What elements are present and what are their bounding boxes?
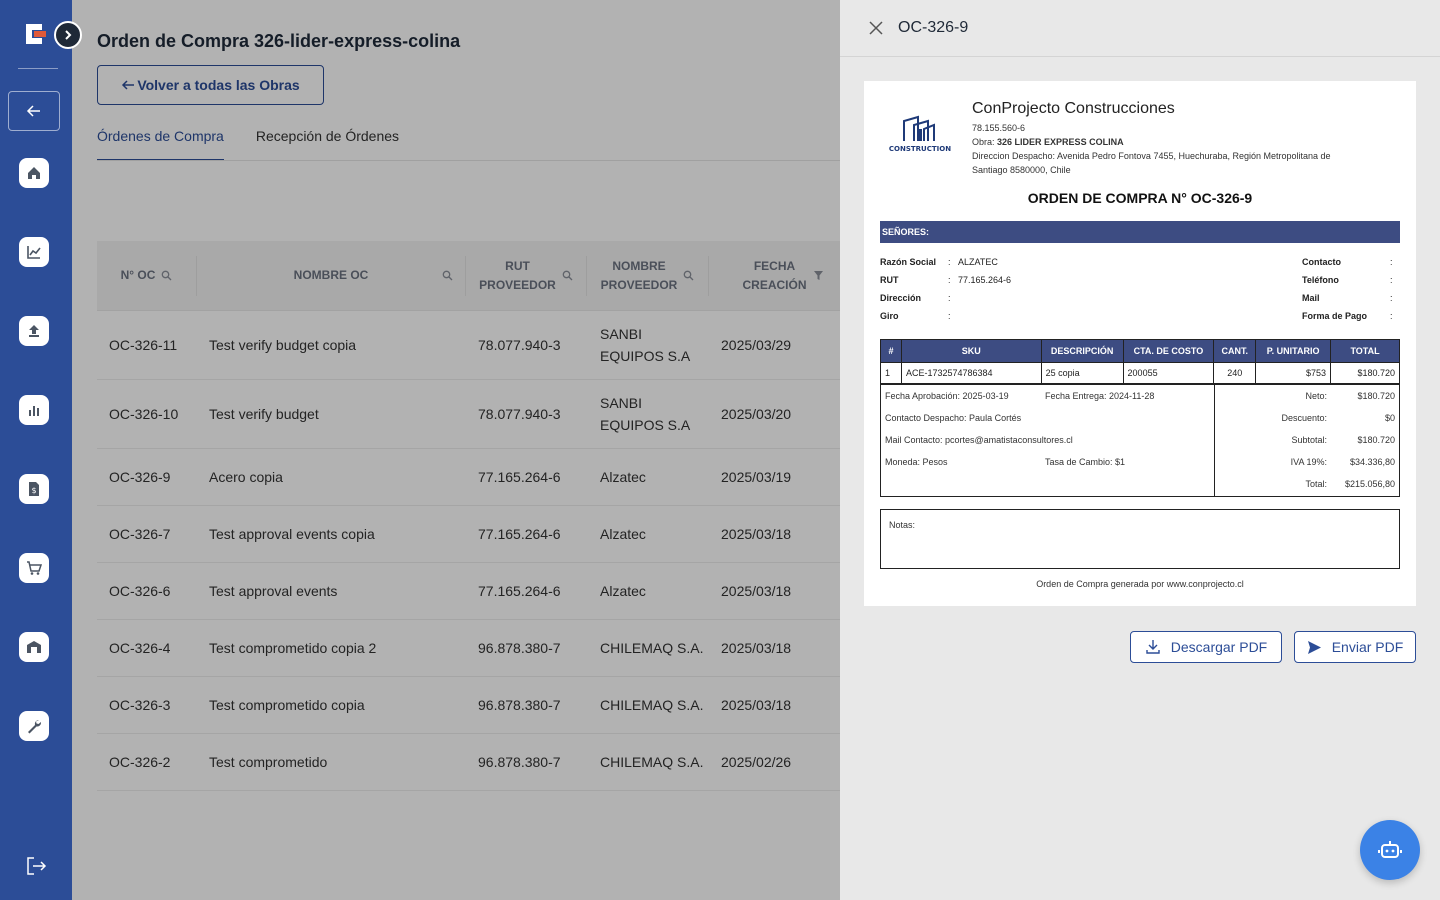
sidebar-back-button[interactable] — [8, 91, 60, 131]
order-details: Fecha Aprobación: 2025-03-19 Fecha Entre… — [881, 385, 1215, 496]
drawer-header: OC-326-9 — [840, 0, 1440, 57]
drawer-title: OC-326-9 — [898, 19, 969, 36]
giro-field: Giro: — [880, 311, 951, 321]
company-name: ConProjecto Construcciones — [972, 100, 1175, 117]
wrench-icon[interactable] — [19, 711, 49, 741]
upload-icon[interactable] — [19, 316, 49, 346]
company-rut: 78.155.560-6 — [972, 123, 1026, 133]
arrow-left-icon — [26, 105, 40, 117]
assistant-bot-button[interactable] — [1360, 820, 1420, 880]
items-header-row: # SKU DESCRIPCIÓN CTA. DE COSTO CANT. P.… — [880, 339, 1400, 363]
direccion-field: Dirección: — [880, 293, 951, 303]
bar-chart-icon[interactable] — [19, 395, 49, 425]
contacto-field: Contacto: — [1302, 257, 1393, 267]
senores-header: SEÑORES: — [880, 221, 1400, 243]
svg-text:$: $ — [31, 486, 36, 495]
download-pdf-button[interactable]: Descargar PDF — [1130, 631, 1282, 663]
chevron-right-icon — [65, 30, 72, 40]
item-row: 1 ACE-1732574786384 25 copia 200055 240 … — [880, 362, 1400, 384]
mail-field: Mail: — [1302, 293, 1393, 303]
sidebar-toggle-button[interactable] — [54, 21, 82, 49]
send-icon — [1307, 640, 1321, 654]
construction-logo: CONSTRUCTION — [888, 111, 952, 159]
rut-field: RUT:77.165.264-6 — [880, 275, 1012, 285]
modal-backdrop[interactable] — [72, 0, 840, 900]
invoice-icon[interactable]: $ — [19, 474, 49, 504]
cart-icon[interactable] — [19, 553, 49, 583]
warehouse-icon[interactable] — [19, 632, 49, 662]
document-footer: Orden de Compra generada por www.conproj… — [1036, 579, 1244, 589]
send-pdf-button[interactable]: Enviar PDF — [1294, 631, 1416, 663]
telefono-field: Teléfono: — [1302, 275, 1393, 285]
sidebar-divider — [18, 68, 58, 69]
items-table: # SKU DESCRIPCIÓN CTA. DE COSTO CANT. P.… — [880, 339, 1400, 384]
logout-icon[interactable] — [24, 854, 48, 878]
chart-line-icon[interactable] — [19, 237, 49, 267]
close-icon[interactable] — [868, 20, 884, 36]
notes-box: Notas: — [880, 509, 1400, 569]
home-icon[interactable] — [19, 158, 49, 188]
logo-text: CONSTRUCTION — [889, 145, 951, 153]
sidebar: $ — [0, 0, 72, 900]
order-totals: Neto: $180.720 Descuento: $0 Subtotal: $180… — [1281, 391, 1395, 489]
purchase-order-document: CONSTRUCTION ConProjecto Construcciones … — [864, 81, 1416, 606]
forma-de-pago-field: Forma de Pago: — [1302, 311, 1393, 321]
direccion-despacho: Direccion Despacho: Avenida Pedro Fontov… — [972, 151, 1331, 175]
purchase-order-drawer: OC-326-9 CONSTRUCTION ConProjecto Constr… — [840, 0, 1440, 900]
obra-line: Obra: 326 LIDER EXPRESS COLINA — [972, 137, 1124, 147]
order-summary: Fecha Aprobación: 2025-03-19 Fecha Entre… — [880, 384, 1400, 497]
order-title: ORDEN DE COMPRA N° OC-326-9 — [1027, 190, 1253, 206]
download-icon — [1146, 640, 1160, 654]
robot-icon — [1378, 841, 1402, 858]
app-logo-icon[interactable] — [20, 20, 48, 48]
razon-social-field: Razón Social: ALZATEC — [880, 257, 998, 267]
